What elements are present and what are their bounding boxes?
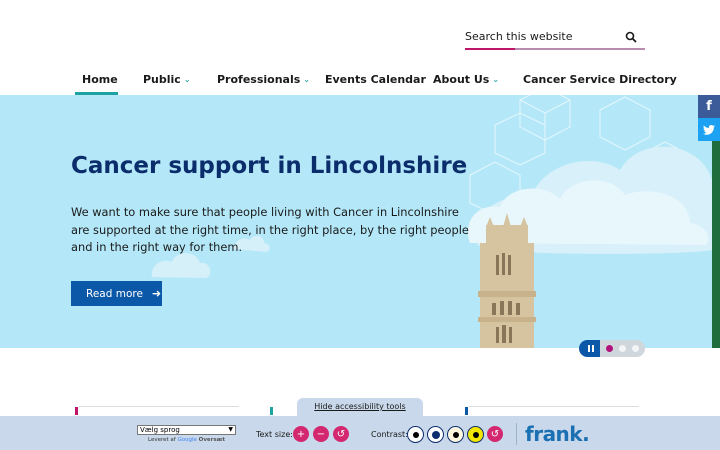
nav-item-label: Home [82,73,118,86]
powered-prefix: Leveret af [148,437,176,443]
arrow-right-icon: ➜ [151,287,162,300]
contrast-navy-button[interactable] [427,426,444,443]
cathedral-tower [478,213,536,348]
card-border [469,406,639,407]
language-select-value: Vælg sprog [140,426,180,434]
contrast-swatch-icon [412,431,419,438]
twitter-icon [703,124,715,135]
nav-item-label: Cancer Service Directory [523,73,677,86]
facebook-icon: f [706,99,712,114]
contrast-cream-button[interactable] [447,426,464,443]
reset-icon: ↺ [490,428,500,440]
next-slide-peek [712,141,720,348]
read-more-label: Read more [86,287,143,300]
search-input[interactable] [465,26,615,46]
frank-logo[interactable]: frank. [525,422,590,446]
toolbar-divider [516,423,517,445]
hero-title: Cancer support in Lincolnshire [71,153,468,179]
text-size-label: Text size: [256,430,293,439]
hero-description: We want to make sure that people living … [71,205,469,254]
nav-item-about-us[interactable]: About Us ⌄ [433,73,499,86]
reset-contrast-button[interactable]: ↺ [487,426,503,442]
page: Home Public⌄ Professionals⌄ Events Calen… [0,0,720,450]
card-accent-pink [75,407,78,415]
nav-item-label: Public [143,73,181,86]
nav-item-public[interactable]: Public ⌄ [143,73,191,86]
nav-item-cancer-service-directory[interactable]: Cancer Service Directory [523,73,677,86]
reset-icon: ↺ [336,428,346,440]
carousel-dot-3[interactable] [632,345,639,352]
nav-item-home[interactable]: Home [82,73,118,86]
chevron-down-icon: ▼ [228,426,233,433]
pause-button[interactable] [579,340,600,357]
nav-item-events-calendar[interactable]: Events Calendar [325,73,426,86]
carousel-dot-2[interactable] [619,345,626,352]
carousel-controls [579,340,645,357]
hide-accessibility-tools-link[interactable]: Hide accessibility tools [297,398,423,416]
decrease-text-button[interactable]: − [313,426,329,442]
twitter-share-button[interactable] [698,118,720,141]
plus-icon: + [296,428,306,440]
nav-item-label: About Us [433,73,490,86]
powered-suffix: Oversæt [198,437,226,443]
contrast-label: Contrast: [371,430,408,439]
main-nav: Home Public ⌄ Professionals ⌄ Events Calen… [0,66,720,95]
accessibility-toolbar: Vælg sprog ▼ Leveret af Google Oversæt T… [0,416,720,450]
contrast-swatch-icon [431,430,440,439]
contrast-default-button[interactable] [407,426,424,443]
contrast-yellow-button[interactable] [467,426,484,443]
nav-item-label: Events Calendar [325,73,426,86]
hero-banner: Cancer support in Lincolnshire We want t… [0,95,712,348]
contrast-swatch-icon [452,431,459,438]
reset-text-button[interactable]: ↺ [333,426,349,442]
search-icon[interactable] [625,31,637,43]
carousel-dot-1[interactable] [606,345,613,352]
facebook-share-button[interactable]: f [698,95,720,118]
minus-icon: − [316,428,326,440]
nav-item-professionals[interactable]: Professionals ⌄ [217,73,310,86]
contrast-swatch-icon [472,431,479,438]
card-accent-blue [465,407,468,415]
chevron-down-icon: ⌄ [303,75,310,84]
chevron-down-icon: ⌄ [183,75,191,84]
search-accent-line [465,48,515,50]
increase-text-button[interactable]: + [293,426,309,442]
nav-item-label: Professionals [217,73,301,86]
read-more-button[interactable]: Read more ➜ [71,281,162,306]
card-accent-teal [270,407,273,415]
language-select[interactable]: Vælg sprog ▼ [137,425,236,435]
google-logo: Google [177,437,197,443]
search-box [465,22,645,50]
card-border [79,406,239,407]
chevron-down-icon: ⌄ [492,75,500,84]
google-translate-attribution: Leveret af Google Oversæt [148,437,225,443]
